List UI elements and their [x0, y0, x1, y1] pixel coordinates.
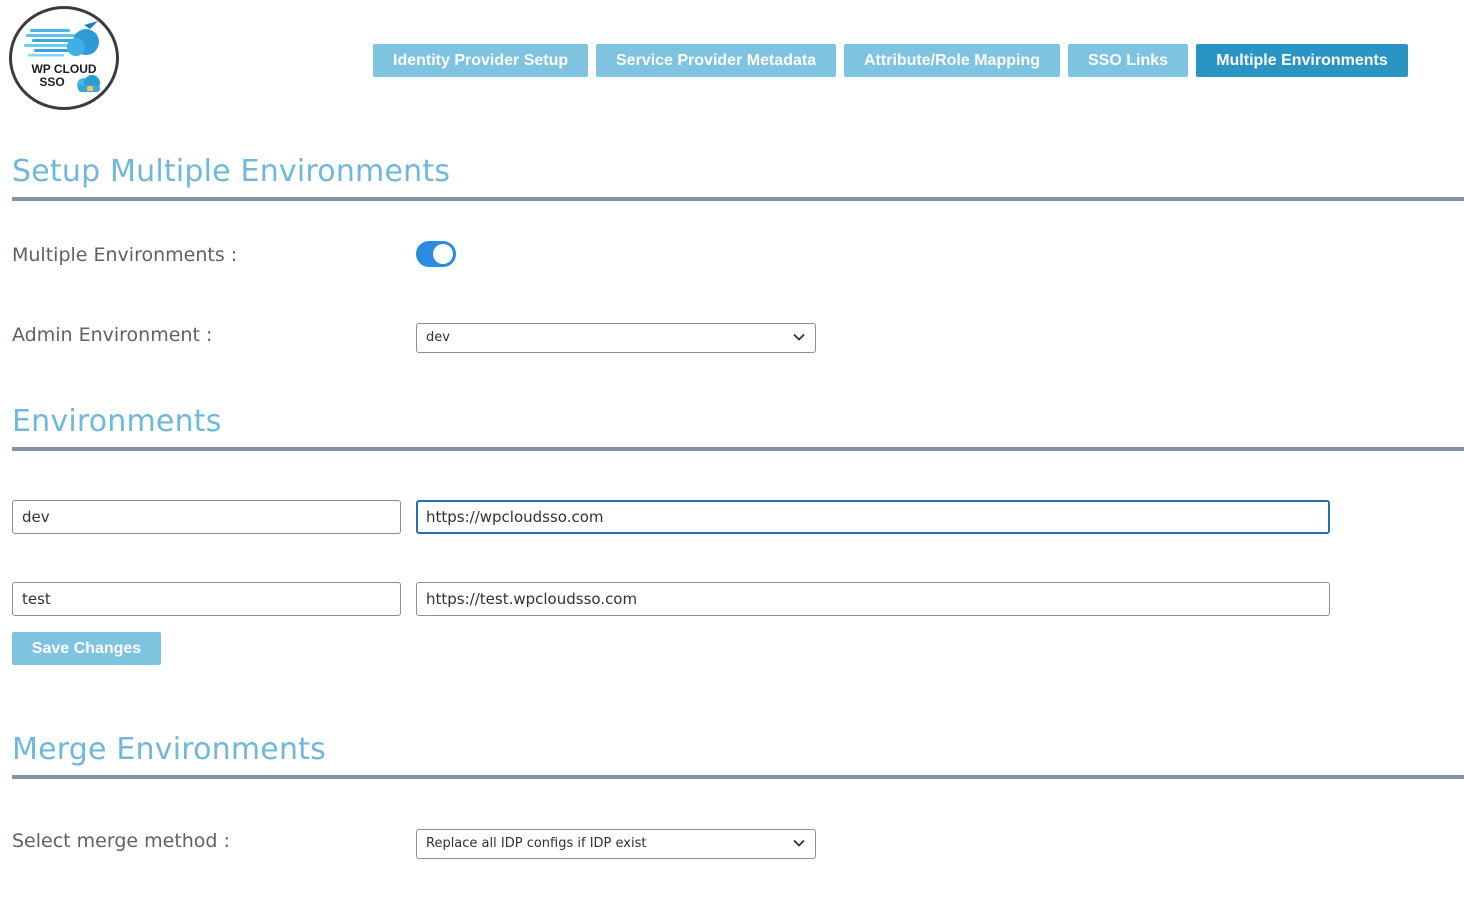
environment-url-input[interactable]: https://test.wpcloudsso.com — [416, 582, 1330, 616]
tab-service-provider-metadata[interactable]: Service Provider Metadata — [596, 44, 836, 77]
admin-environment-value: dev — [426, 330, 450, 345]
tab-identity-provider-setup[interactable]: Identity Provider Setup — [373, 44, 588, 77]
multiple-environments-toggle[interactable] — [416, 241, 456, 267]
merge-method-label: Select merge method : — [12, 830, 230, 852]
chevron-down-icon — [793, 839, 805, 847]
environment-url-input[interactable]: https://wpcloudsso.com — [416, 500, 1330, 534]
environment-name-input[interactable]: dev — [12, 500, 401, 534]
logo-text-line2: SSO — [39, 75, 65, 89]
cloud-logo-icon — [24, 21, 100, 92]
section-divider — [12, 775, 1464, 779]
toggle-knob — [433, 244, 453, 264]
chevron-down-icon — [793, 333, 805, 341]
save-changes-button[interactable]: Save Changes — [12, 632, 161, 665]
merge-method-select[interactable]: Replace all IDP configs if IDP exist — [416, 829, 816, 859]
admin-environment-label: Admin Environment : — [12, 324, 213, 346]
tab-bar: Identity Provider Setup Service Provider… — [373, 44, 1408, 77]
wp-cloud-sso-logo: WP CLOUD SSO — [9, 6, 119, 110]
section-divider — [12, 447, 1464, 451]
multiple-environments-label: Multiple Environments : — [12, 244, 238, 266]
tab-attribute-role-mapping[interactable]: Attribute/Role Mapping — [844, 44, 1060, 77]
merge-method-value: Replace all IDP configs if IDP exist — [426, 836, 647, 851]
environment-name-input[interactable]: test — [12, 582, 401, 616]
environments-section-title: Environments — [12, 404, 222, 439]
section-divider — [12, 197, 1464, 201]
setup-section-title: Setup Multiple Environments — [12, 154, 451, 189]
tab-multiple-environments[interactable]: Multiple Environments — [1196, 44, 1408, 77]
merge-section-title: Merge Environments — [12, 732, 326, 767]
tab-sso-links[interactable]: SSO Links — [1068, 44, 1188, 77]
admin-environment-select[interactable]: dev — [416, 323, 816, 353]
